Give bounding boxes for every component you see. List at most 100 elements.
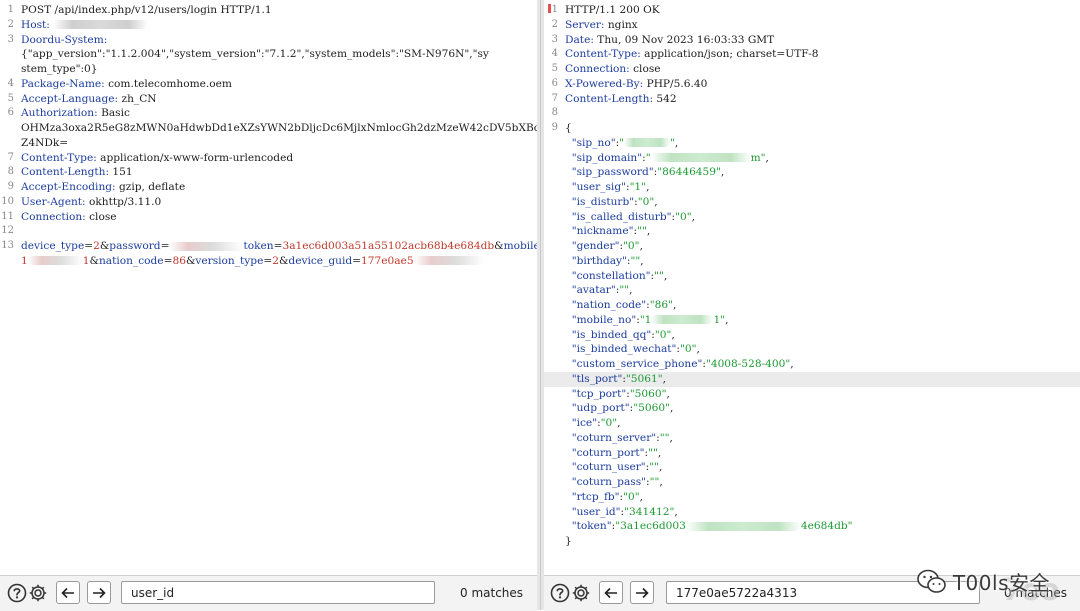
request-search-bar: 0 matches (0, 575, 537, 611)
request-line: stem_type":0} (0, 62, 537, 77)
request-line-text: Authorization: Basic (21, 107, 130, 120)
request-line-text: OHMza3oxa2R5eG8zMWN0aHdwbDd1eXZsYWN2bDlj… (21, 122, 537, 134)
line-number: 8 (7, 166, 14, 178)
response-line-text: "sip_domain":" m", (565, 151, 769, 164)
request-line-text: 1 1&nation_code=86&version_type=2&device_… (21, 254, 484, 269)
line-number: 10 (1, 195, 14, 207)
request-line: 9 Accept-Encoding: gzip, deflate (0, 180, 537, 195)
redaction-blur (27, 256, 83, 266)
request-line: OHMza3oxa2R5eG8zMWN0aHdwbDd1eXZsYWN2bDlj… (0, 121, 537, 136)
help-icon[interactable] (6, 582, 28, 604)
response-line-text: "token":"3a1ec6d003 4e684db" (565, 520, 853, 533)
response-line: "udp_port":"5060", (544, 401, 1080, 416)
request-line: 1 POST /api/index.php/v12/users/login HTT… (0, 3, 537, 18)
response-line: "coturn_user":"", (544, 460, 1080, 475)
response-line-text: "user_id":"341412", (565, 505, 678, 518)
settings-icon[interactable] (570, 582, 592, 604)
request-line-text: {"app_version":"1.1.2.004","system_versi… (21, 48, 489, 61)
response-line-text: "nation_code":"86", (565, 299, 677, 311)
line-number: 4 (7, 77, 14, 89)
prev-match-button[interactable] (599, 581, 623, 604)
response-line-text: "sip_password":"86446459", (565, 166, 725, 179)
response-line: "gender":"0", (544, 239, 1080, 254)
response-line: "is_binded_qq":"0", (544, 328, 1080, 343)
arrow-right-icon (636, 587, 649, 598)
next-match-button[interactable] (87, 581, 111, 604)
next-match-button[interactable] (630, 581, 654, 604)
redaction-blur (651, 315, 714, 325)
line-number: 2 (551, 18, 558, 30)
request-line-text: Doordu-System: (21, 33, 108, 46)
arrow-right-icon (93, 587, 106, 598)
response-line-text: "coturn_user":"", (565, 461, 663, 474)
request-line: 12 (0, 224, 537, 239)
response-line: 8 (544, 106, 1080, 121)
response-line-text: HTTP/1.1 200 OK (565, 4, 660, 16)
request-lines: 1 POST /api/index.php/v12/users/login HTT… (0, 3, 537, 269)
response-line: "coturn_server":"", (544, 431, 1080, 446)
request-line: 11 Connection: close (0, 210, 537, 225)
line-number: 4 (551, 48, 558, 60)
redaction-blur (169, 241, 244, 251)
request-line: 2 Host: (0, 18, 537, 33)
response-line-text: "tcp_port":"5060", (565, 387, 670, 400)
request-line-text: Z4NDk= (21, 136, 69, 149)
response-line: 1 HTTP/1.1 200 OK (544, 3, 1080, 18)
request-editor[interactable]: 1 POST /api/index.php/v12/users/login HTT… (0, 0, 537, 575)
response-line: 9{ (544, 121, 1080, 136)
line-number: 1 (7, 4, 14, 15)
response-line: "sip_password":"86446459", (544, 165, 1080, 180)
response-line-text: "is_binded_wechat":"0", (565, 343, 700, 356)
arrow-left-icon (604, 587, 617, 598)
response-lines: 1 HTTP/1.1 200 OK 2 Server: nginx 3 Date: Thu… (544, 3, 1080, 549)
response-line-text: "coturn_server":"", (565, 431, 673, 444)
response-line: "ice":"0", (544, 416, 1080, 431)
request-line: {"app_version":"1.1.2.004","system_versi… (0, 47, 537, 62)
response-line: "tcp_port":"5060", (544, 387, 1080, 402)
response-line: "custom_service_phone":"4008-528-400", (544, 357, 1080, 372)
line-number: 3 (7, 33, 14, 45)
request-line-text: Accept-Encoding: gzip, deflate (21, 181, 186, 193)
response-editor[interactable]: 1 HTTP/1.1 200 OK 2 Server: nginx 3 Date: Thu… (544, 0, 1080, 575)
response-line-text: "mobile_no":"1 1", (565, 313, 729, 326)
line-number: 7 (7, 151, 14, 163)
settings-icon[interactable] (27, 582, 49, 604)
response-line-text: Server: nginx (565, 18, 638, 31)
line-number: 9 (7, 181, 14, 192)
response-line-text: "is_binded_qq":"0", (565, 328, 675, 341)
line-number: 6 (551, 77, 558, 89)
arrow-left-icon (61, 587, 74, 598)
response-line-text: Date: Thu, 09 Nov 2023 16:03:33 GMT (565, 33, 775, 46)
response-line: 5 Connection: close (544, 62, 1080, 77)
line-number: 7 (551, 92, 558, 104)
redaction-blur (624, 138, 671, 148)
request-line: 8 Content-Length: 151 (0, 165, 537, 180)
response-line-text: "coturn_pass":"", (565, 476, 663, 488)
redaction-blur (685, 521, 801, 531)
response-line: "nation_code":"86", (544, 298, 1080, 313)
request-line-text: Host: (21, 18, 149, 33)
response-search-input[interactable] (666, 581, 980, 604)
response-line: "coturn_pass":"", (544, 475, 1080, 490)
help-icon[interactable] (549, 582, 571, 604)
response-line-text: "nickname":"", (565, 225, 651, 238)
response-line: "mobile_no":"1 1", (544, 313, 1080, 328)
line-number: 8 (551, 107, 558, 119)
response-line-text: "rtcp_fb":"0", (565, 490, 643, 503)
request-search-input[interactable] (121, 581, 435, 604)
line-number: 5 (551, 63, 558, 74)
response-line: 7 Content-Length: 542 (544, 92, 1080, 107)
response-line-text: "gender":"0", (565, 240, 643, 252)
response-line: "sip_domain":" m", (544, 151, 1080, 166)
response-line: "nickname":"", (544, 224, 1080, 239)
request-line-text: User-Agent: okhttp/3.11.0 (21, 195, 162, 208)
response-line-text: "constellation":"", (565, 269, 668, 282)
response-line: "birthday":"", (544, 254, 1080, 269)
request-line: 4 Package-Name: com.telecomhome.oem (0, 77, 537, 92)
response-search-bar: 0 matches (544, 575, 1080, 611)
response-line: 2 Server: nginx (544, 18, 1080, 33)
request-line: 7 Content-Type: application/x-www-form-ur… (0, 151, 537, 166)
line-number: 11 (1, 210, 14, 222)
prev-match-button[interactable] (56, 581, 80, 604)
request-line: Z4NDk= (0, 136, 537, 151)
